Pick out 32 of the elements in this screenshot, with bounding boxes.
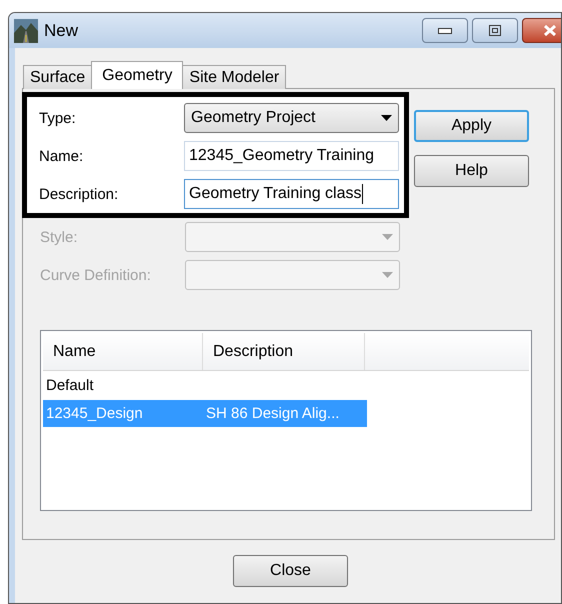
- dropdown-value: Geometry Project: [191, 109, 316, 127]
- road-icon: [14, 18, 38, 42]
- field-label: Type:: [39, 110, 77, 126]
- field-label: Name:: [39, 148, 84, 164]
- minimize-icon: [438, 28, 452, 34]
- close-dialog-button[interactable]: Close: [233, 555, 348, 587]
- window-title: New: [44, 20, 78, 40]
- list-cell-text: Default: [45, 377, 95, 394]
- list-row[interactable]: Default: [43, 372, 207, 399]
- caret-icon: [382, 272, 393, 278]
- input-field[interactable]: Geometry Training class: [184, 179, 399, 209]
- dropdown[interactable]: Geometry Project: [184, 103, 399, 133]
- caret-icon: [382, 234, 393, 240]
- input-field[interactable]: 12345_Geometry Training: [184, 141, 399, 171]
- dialog-button[interactable]: Help: [414, 155, 529, 187]
- field-label: Style:: [40, 228, 79, 246]
- column-header[interactable]: Description: [203, 333, 365, 370]
- list-cell-text: 12345_Design: [45, 405, 144, 422]
- maximize-icon: [489, 25, 501, 36]
- tab[interactable]: Surface: [23, 65, 92, 89]
- column-header[interactable]: Name: [43, 333, 203, 370]
- tab[interactable]: Geometry: [91, 61, 184, 89]
- list-cell-text: SH 86 Design Alig...: [205, 405, 340, 422]
- close-icon: [542, 25, 556, 36]
- minimize-button[interactable]: [422, 18, 468, 43]
- field-label: Description:: [39, 186, 120, 202]
- tab[interactable]: Site Modeler: [182, 65, 286, 89]
- maximize-button[interactable]: [472, 18, 518, 43]
- dialog-button[interactable]: Apply: [414, 110, 529, 142]
- caret-icon: [381, 115, 392, 121]
- close-button[interactable]: [522, 18, 561, 43]
- field-label: Curve Definition:: [40, 266, 152, 284]
